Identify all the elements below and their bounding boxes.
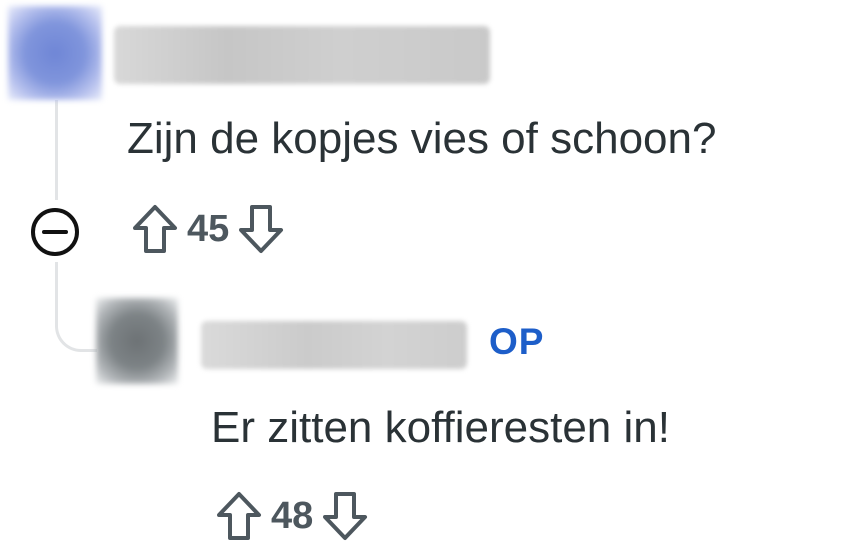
username-redacted[interactable] bbox=[201, 321, 467, 369]
thread-connector bbox=[55, 300, 97, 352]
vote-controls: 48 bbox=[211, 487, 373, 545]
op-badge: OP bbox=[489, 321, 545, 362]
username-redacted[interactable] bbox=[114, 26, 490, 84]
vote-score: 48 bbox=[271, 494, 314, 537]
comment-body: Zijn de kopjes vies of schoon? bbox=[127, 114, 717, 163]
thread-line bbox=[55, 262, 58, 302]
upvote-button[interactable] bbox=[127, 200, 183, 258]
arrow-down-outline-icon bbox=[239, 205, 284, 253]
arrow-up-outline-icon bbox=[133, 205, 177, 253]
downvote-button[interactable] bbox=[317, 487, 373, 545]
comment-thread: Zijn de kopjes vies of schoon? 45 OP Er … bbox=[0, 0, 866, 558]
minus-circle-icon bbox=[31, 208, 79, 256]
arrow-up-outline-icon bbox=[217, 492, 261, 540]
upvote-button[interactable] bbox=[211, 487, 267, 545]
avatar[interactable] bbox=[96, 298, 178, 384]
downvote-button[interactable] bbox=[233, 200, 289, 258]
vote-score: 45 bbox=[187, 207, 230, 250]
arrow-down-outline-icon bbox=[323, 492, 368, 540]
comment-body: Er zitten koffieresten in! bbox=[211, 403, 670, 452]
thread-line bbox=[55, 100, 58, 200]
vote-controls: 45 bbox=[127, 200, 289, 258]
collapse-thread-button[interactable] bbox=[29, 206, 81, 258]
avatar[interactable] bbox=[8, 6, 102, 100]
